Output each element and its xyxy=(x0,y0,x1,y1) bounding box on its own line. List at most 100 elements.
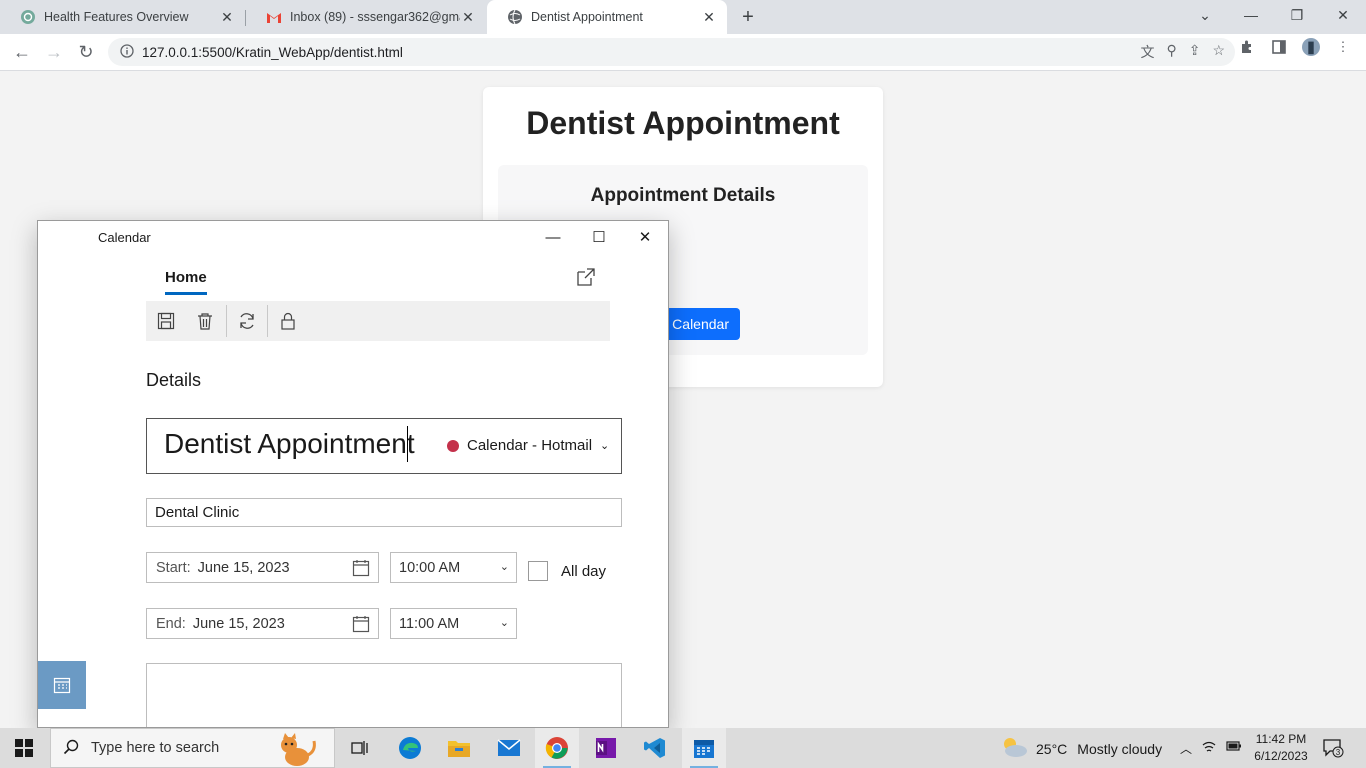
page-title: Dentist Appointment xyxy=(526,105,840,141)
profile-avatar[interactable] xyxy=(1302,38,1320,56)
text-caret xyxy=(407,426,408,462)
minimize-icon[interactable]: — xyxy=(1228,0,1274,30)
all-day-checkbox[interactable] xyxy=(528,561,548,581)
url-text: 127.0.0.1:5500/Kratin_WebApp/dentist.htm… xyxy=(142,44,403,60)
tab-home[interactable]: Home xyxy=(165,269,207,286)
browser-toolbar: ← → ↻ 127.0.0.1:5500/Kratin_WebApp/denti… xyxy=(0,34,1366,71)
tab-search-chevron-icon[interactable]: ⌄ xyxy=(1182,0,1228,30)
close-window-icon[interactable]: ✕ xyxy=(622,221,668,253)
close-tab-icon[interactable]: ✕ xyxy=(219,9,235,26)
section-title: Appointment Details xyxy=(590,185,776,206)
taskbar: Type here to search 25°C Mostly cloudy ︿ xyxy=(0,728,1366,768)
save-icon[interactable] xyxy=(154,309,178,333)
clock-date: 6/12/2023 xyxy=(1254,749,1308,763)
address-bar[interactable]: 127.0.0.1:5500/Kratin_WebApp/dentist.htm… xyxy=(108,38,1235,66)
tab-title: Inbox (89) - sssengar362@gmail. xyxy=(290,10,460,24)
extension-area: ⋮ xyxy=(1238,38,1352,56)
restore-icon[interactable]: ❐ xyxy=(1274,0,1320,30)
maximize-icon[interactable]: ☐ xyxy=(576,221,622,253)
end-time-value: 11:00 AM xyxy=(399,615,460,632)
calendar-selector[interactable]: Calendar - Hotmail ⌄ xyxy=(447,437,609,454)
weather-temp: 25°C xyxy=(1036,740,1068,757)
globe-icon xyxy=(507,9,523,25)
onenote-icon[interactable] xyxy=(584,728,628,768)
start-time-value: 10:00 AM xyxy=(399,559,461,576)
calendar-app-icon[interactable] xyxy=(682,728,726,768)
reload-icon[interactable]: ↻ xyxy=(72,38,100,66)
wifi-icon[interactable] xyxy=(1202,740,1216,757)
all-day-label: All day xyxy=(561,563,607,580)
file-explorer-icon[interactable] xyxy=(437,728,481,768)
translate-icon[interactable]: 文 xyxy=(1140,42,1154,62)
site-info-icon[interactable] xyxy=(120,43,134,61)
event-title-text: Dentist Appointment xyxy=(164,428,415,459)
chrome-icon[interactable] xyxy=(535,728,579,768)
start-time-select[interactable]: 10:00 AM ⌄ xyxy=(390,552,517,583)
taskbar-search-box[interactable]: Type here to search xyxy=(50,728,335,768)
chevron-down-icon: ⌄ xyxy=(499,561,509,573)
weather-desc: Mostly cloudy xyxy=(1077,740,1163,757)
battery-icon[interactable] xyxy=(1226,740,1242,757)
chrome-menu-icon[interactable]: ⋮ xyxy=(1334,38,1352,56)
task-view-icon[interactable] xyxy=(338,728,382,768)
start-label: Start: xyxy=(156,559,191,576)
close-tab-icon[interactable]: ✕ xyxy=(460,9,476,26)
event-title-field[interactable]: Dentist Appointment Calendar - Hotmail ⌄ xyxy=(146,418,622,474)
chatgpt-icon xyxy=(20,9,36,25)
clock-time: 11:42 PM xyxy=(1255,732,1307,746)
lock-icon[interactable] xyxy=(276,309,300,333)
share-icon[interactable]: ⇪ xyxy=(1189,42,1201,62)
system-tray: ︿ xyxy=(1180,740,1242,757)
calendar-nav-button[interactable] xyxy=(38,661,86,709)
vscode-icon[interactable] xyxy=(633,728,677,768)
notification-center-icon[interactable]: 3 xyxy=(1322,738,1344,758)
calendar-icon xyxy=(352,615,370,633)
close-tab-icon[interactable]: ✕ xyxy=(701,9,717,26)
back-arrow-icon[interactable]: ← xyxy=(8,38,36,66)
calendar-window: Calendar — ☐ ✕ Home Details Dentist Appo… xyxy=(37,220,669,728)
chevron-down-icon: ⌄ xyxy=(600,440,610,452)
side-panel-icon[interactable] xyxy=(1270,38,1288,56)
end-label: End: xyxy=(156,615,186,632)
details-heading: Details xyxy=(146,370,202,390)
search-placeholder: Type here to search xyxy=(91,740,220,756)
close-window-icon[interactable]: ✕ xyxy=(1320,0,1366,30)
end-date-picker[interactable]: End: June 15, 2023 xyxy=(146,608,379,639)
show-hidden-icons-chevron-icon[interactable]: ︿ xyxy=(1180,740,1192,757)
end-time-select[interactable]: 11:00 AM ⌄ xyxy=(390,608,517,639)
mail-icon[interactable] xyxy=(487,728,531,768)
extensions-puzzle-icon[interactable] xyxy=(1238,38,1256,56)
window-title: Calendar xyxy=(98,230,151,245)
calendar-name: Calendar - Hotmail xyxy=(467,437,593,454)
toolbar-divider xyxy=(226,305,227,337)
tab-health-features[interactable]: Health Features Overview ✕ xyxy=(0,0,245,34)
tab-title: Health Features Overview xyxy=(44,10,189,24)
popout-icon[interactable] xyxy=(576,267,596,287)
edge-browser-icon[interactable] xyxy=(388,728,432,768)
gmail-icon xyxy=(266,9,282,25)
sync-icon[interactable] xyxy=(235,309,259,333)
event-notes-field[interactable] xyxy=(146,663,622,727)
start-date-picker[interactable]: Start: June 15, 2023 xyxy=(146,552,379,583)
start-date-value: June 15, 2023 xyxy=(197,559,290,576)
end-date-value: June 15, 2023 xyxy=(192,615,285,632)
chevron-down-icon: ⌄ xyxy=(499,617,509,629)
new-tab-icon[interactable]: + xyxy=(738,6,758,29)
tab-title: Dentist Appointment xyxy=(531,10,643,24)
event-toolbar xyxy=(146,301,610,341)
bookmark-star-icon[interactable]: ☆ xyxy=(1212,42,1225,62)
search-icon xyxy=(63,739,79,758)
browser-tabstrip: Health Features Overview ✕ Inbox (89) - … xyxy=(0,0,1366,34)
tab-dentist-appointment[interactable]: Dentist Appointment ✕ xyxy=(487,0,727,34)
location-field[interactable]: Dental Clinic xyxy=(146,498,622,527)
delete-trash-icon[interactable] xyxy=(193,309,217,333)
forward-arrow-icon[interactable]: → xyxy=(40,38,68,66)
calendar-color-dot xyxy=(447,439,459,452)
windows-start-icon[interactable] xyxy=(14,738,34,758)
weather-widget[interactable]: 25°C Mostly cloudy xyxy=(1000,736,1162,761)
zoom-icon[interactable]: ⚲ xyxy=(1166,42,1176,62)
minimize-icon[interactable]: — xyxy=(530,221,576,253)
calendar-icon xyxy=(352,559,370,577)
tab-gmail-inbox[interactable]: Inbox (89) - sssengar362@gmail. ✕ xyxy=(246,0,486,34)
system-clock[interactable]: 11:42 PM 6/12/2023 xyxy=(1248,731,1314,765)
